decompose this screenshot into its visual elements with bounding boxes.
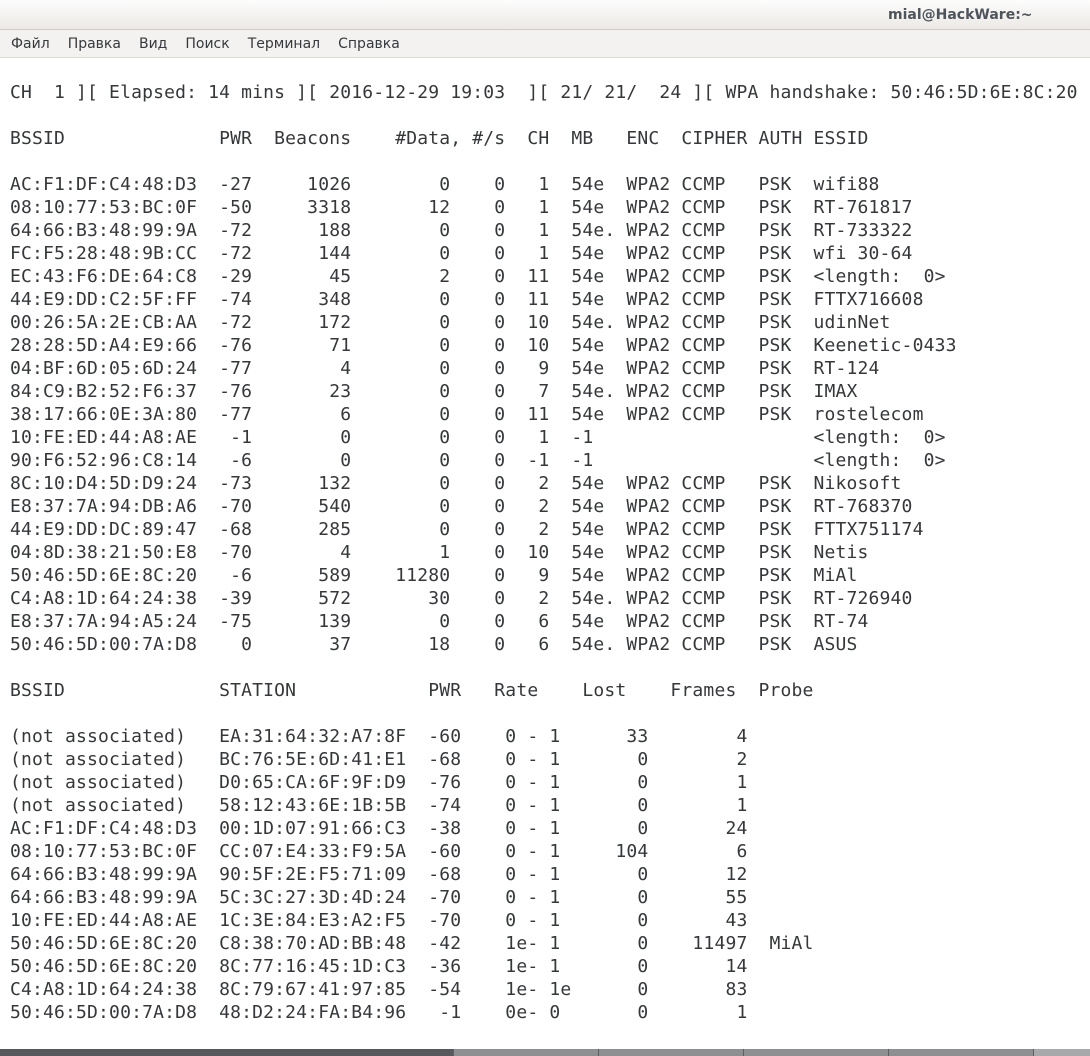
menu-file[interactable]: Файл <box>2 32 59 56</box>
menu-view[interactable]: Вид <box>130 32 176 56</box>
taskbar-window-button[interactable] <box>453 1049 598 1056</box>
taskbar-active-window-button[interactable] <box>0 1049 453 1056</box>
taskbar-window-button[interactable] <box>598 1049 743 1056</box>
menu-search[interactable]: Поиск <box>176 32 238 56</box>
window-title: mial@HackWare:~ <box>888 7 1033 23</box>
menu-terminal[interactable]: Терминал <box>239 32 329 56</box>
taskbar-window-button[interactable] <box>1033 1049 1090 1056</box>
titlebar[interactable]: mial@HackWare:~ <box>0 0 1090 30</box>
terminal-window: mial@HackWare:~ Файл Правка Вид Поиск Те… <box>0 0 1090 1056</box>
menu-edit[interactable]: Правка <box>59 32 130 56</box>
taskbar-window-button[interactable] <box>743 1049 888 1056</box>
taskbar-window-button[interactable] <box>888 1049 1033 1056</box>
terminal-output[interactable]: CH 1 ][ Elapsed: 14 mins ][ 2016-12-29 1… <box>0 58 1090 1024</box>
taskbar <box>0 1049 1090 1056</box>
menubar: Файл Правка Вид Поиск Терминал Справка <box>0 30 1090 58</box>
menu-help[interactable]: Справка <box>329 32 409 56</box>
